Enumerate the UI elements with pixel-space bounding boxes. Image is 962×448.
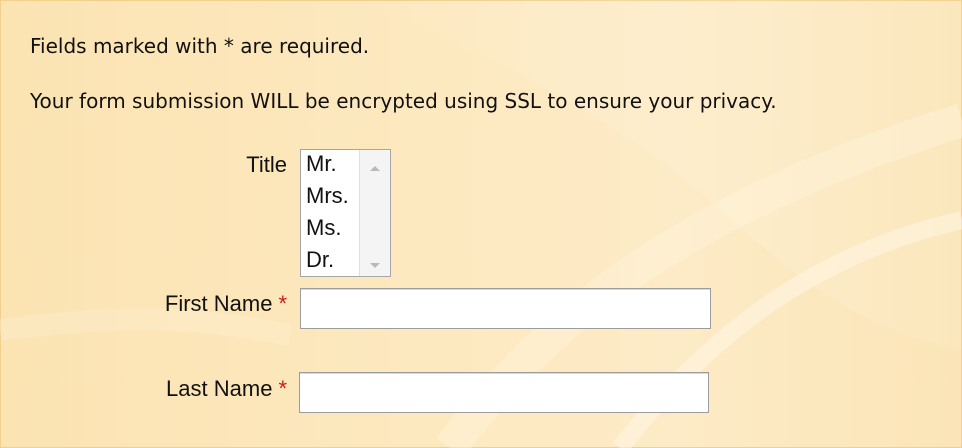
last-name-input[interactable] bbox=[299, 372, 709, 413]
last-name-required-marker: * bbox=[278, 376, 287, 401]
last-name-label-text: Last Name bbox=[166, 376, 273, 401]
required-fields-notice: Fields marked with * are required. bbox=[30, 34, 370, 58]
first-name-input[interactable] bbox=[300, 288, 711, 329]
title-option-dr[interactable]: Dr. bbox=[306, 248, 334, 272]
title-option-mrs[interactable]: Mrs. bbox=[306, 184, 349, 208]
title-option-mr[interactable]: Mr. bbox=[306, 152, 337, 176]
first-name-label: First Name * bbox=[165, 292, 287, 316]
first-name-required-marker: * bbox=[278, 291, 287, 316]
title-select-scrollbar[interactable] bbox=[359, 150, 390, 276]
title-option-ms[interactable]: Ms. bbox=[306, 216, 341, 240]
contact-form-panel: Fields marked with * are required. Your … bbox=[0, 0, 962, 448]
title-label-text: Title bbox=[246, 152, 287, 177]
ssl-encryption-notice: Your form submission WILL be encrypted u… bbox=[30, 89, 777, 113]
title-select[interactable]: Mr. Mrs. Ms. Dr. bbox=[300, 149, 391, 277]
first-name-label-text: First Name bbox=[164, 291, 273, 316]
scroll-up-arrow-icon[interactable] bbox=[370, 166, 380, 171]
scroll-down-arrow-icon[interactable] bbox=[370, 263, 380, 268]
last-name-label: Last Name * bbox=[166, 377, 287, 401]
title-label: Title bbox=[246, 153, 287, 177]
